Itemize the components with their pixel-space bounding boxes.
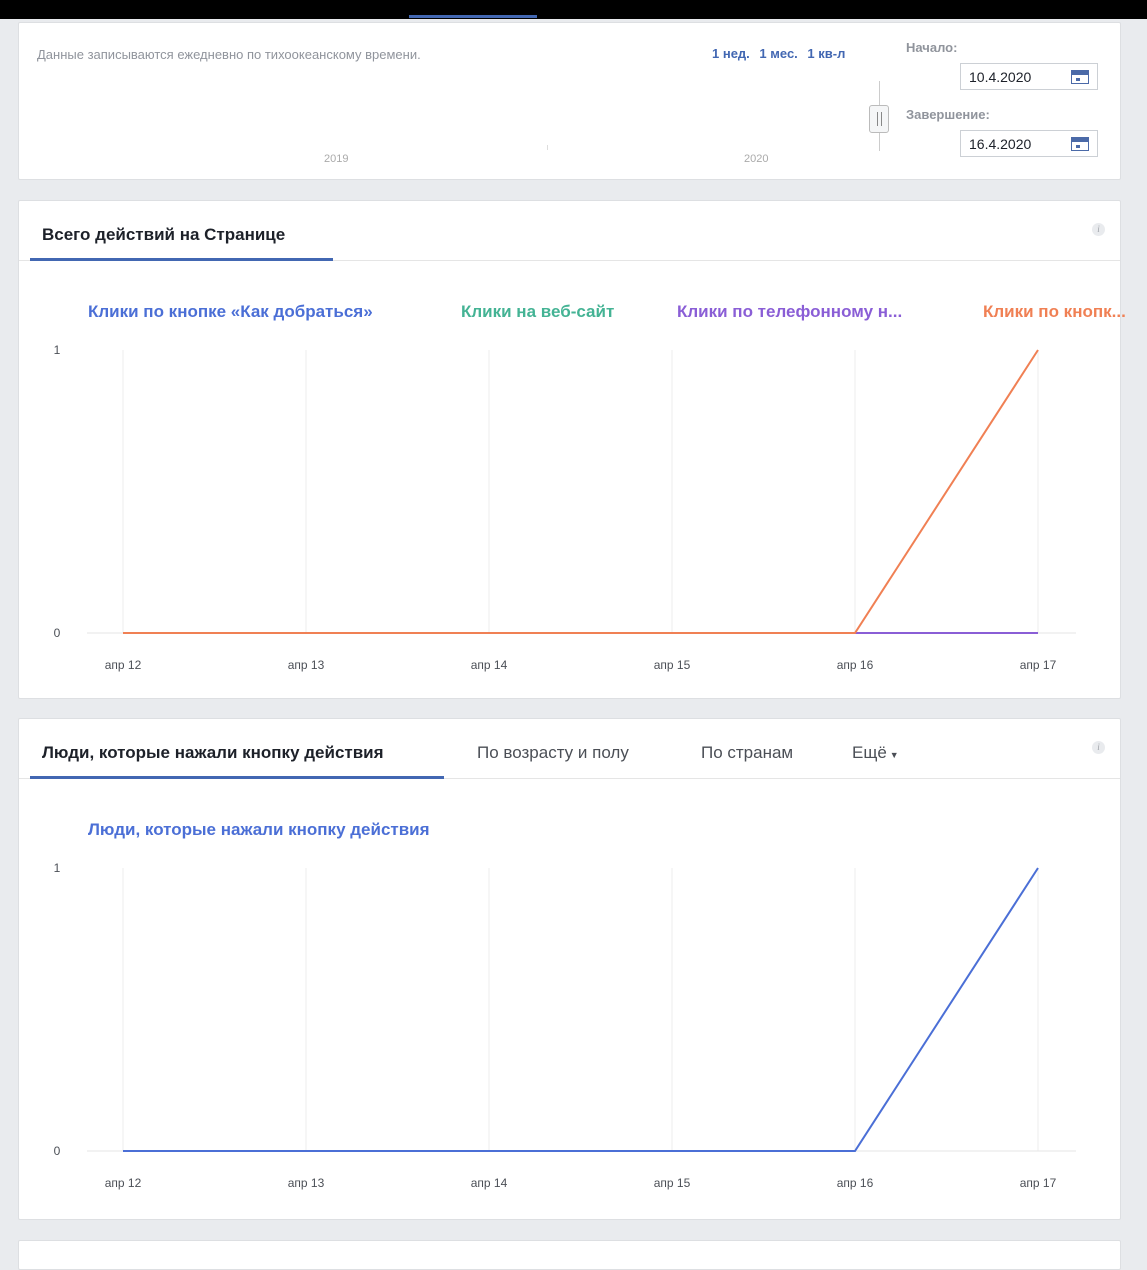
y-tick-label: 0 (54, 1144, 61, 1158)
info-icon[interactable]: i (1092, 741, 1105, 754)
preset-week-button[interactable]: 1 нед. (712, 46, 750, 61)
x-tick-label: апр 17 (1020, 1176, 1057, 1190)
tab-age-gender[interactable]: По возрасту и полу (477, 743, 629, 763)
info-icon[interactable]: i (1092, 223, 1105, 236)
x-tick-label: апр 13 (288, 1176, 325, 1190)
x-tick-label: апр 14 (471, 658, 508, 672)
calendar-icon[interactable] (1071, 70, 1089, 84)
preset-month-button[interactable]: 1 мес. (759, 46, 797, 61)
end-date-input[interactable] (961, 131, 1073, 156)
x-tick-label: апр 16 (837, 1176, 874, 1190)
panel-title: Всего действий на Странице (42, 225, 286, 244)
calendar-icon[interactable] (1071, 137, 1089, 151)
preset-quarter-button[interactable]: 1 кв-л (807, 46, 845, 61)
range-presets: 1 нед. 1 мес. 1 кв-л (712, 46, 851, 61)
timeline-year-label: 2019 (324, 153, 349, 165)
date-range-panel: Данные записываются ежедневно по тихооке… (18, 22, 1121, 180)
start-date-input[interactable] (961, 64, 1073, 89)
active-tab-indicator (409, 15, 537, 18)
series-line (123, 867, 1039, 1152)
actions-line-chart: апр 12 апр 13 апр 14 апр 15 апр 16 апр 17 0 1 (54, 343, 1076, 672)
legend-item-people[interactable]: Люди, которые нажали кнопку действия (88, 820, 430, 840)
x-tick-label: апр 13 (288, 658, 325, 672)
x-tick-label: апр 17 (1020, 658, 1057, 672)
y-tick-label: 1 (54, 343, 61, 357)
timeline-year-label: 2020 (744, 153, 769, 165)
tab-countries[interactable]: По странам (701, 743, 793, 763)
end-date-field[interactable] (960, 130, 1098, 157)
x-tick-label: апр 12 (105, 1176, 142, 1190)
active-tab-underline (30, 776, 444, 779)
people-line-chart: апр 12 апр 13 апр 14 апр 15 апр 16 апр 17 0 1 (54, 861, 1076, 1190)
x-tick-label: апр 15 (654, 1176, 691, 1190)
next-panel (18, 1240, 1121, 1270)
people-clicked-panel: Люди, которые нажали кнопку действия По … (18, 718, 1121, 1220)
series-line (123, 349, 1039, 634)
start-date-label: Начало: (906, 40, 958, 55)
timeline-tick (547, 145, 548, 150)
x-tick-label: апр 14 (471, 1176, 508, 1190)
legend-item-directions[interactable]: Клики по кнопке «Как добраться» (88, 302, 373, 322)
timeline-range-handle[interactable] (869, 105, 889, 133)
x-tick-label: апр 15 (654, 658, 691, 672)
caret-down-icon: ▼ (889, 750, 899, 760)
legend-item-action-button[interactable]: Клики по кнопк... (983, 302, 1126, 322)
legend-item-phone[interactable]: Клики по телефонному н... (677, 302, 902, 322)
timezone-note: Данные записываются ежедневно по тихооке… (37, 47, 421, 62)
active-tab-underline (30, 258, 333, 261)
tab-people-clicked[interactable]: Люди, которые нажали кнопку действия (42, 743, 384, 763)
y-tick-label: 1 (54, 861, 61, 875)
end-date-label: Завершение: (906, 107, 990, 122)
top-bar (0, 0, 1147, 19)
start-date-field[interactable] (960, 63, 1098, 90)
x-tick-label: апр 16 (837, 658, 874, 672)
tab-more-label: Ещё (852, 743, 887, 762)
tab-more[interactable]: Ещё ▼ (852, 743, 899, 763)
x-tick-label: апр 12 (105, 658, 142, 672)
legend-item-website[interactable]: Клики на веб-сайт (461, 302, 614, 322)
page-actions-panel: Всего действий на Странице i Клики по кн… (18, 200, 1126, 699)
y-tick-label: 0 (54, 626, 61, 640)
